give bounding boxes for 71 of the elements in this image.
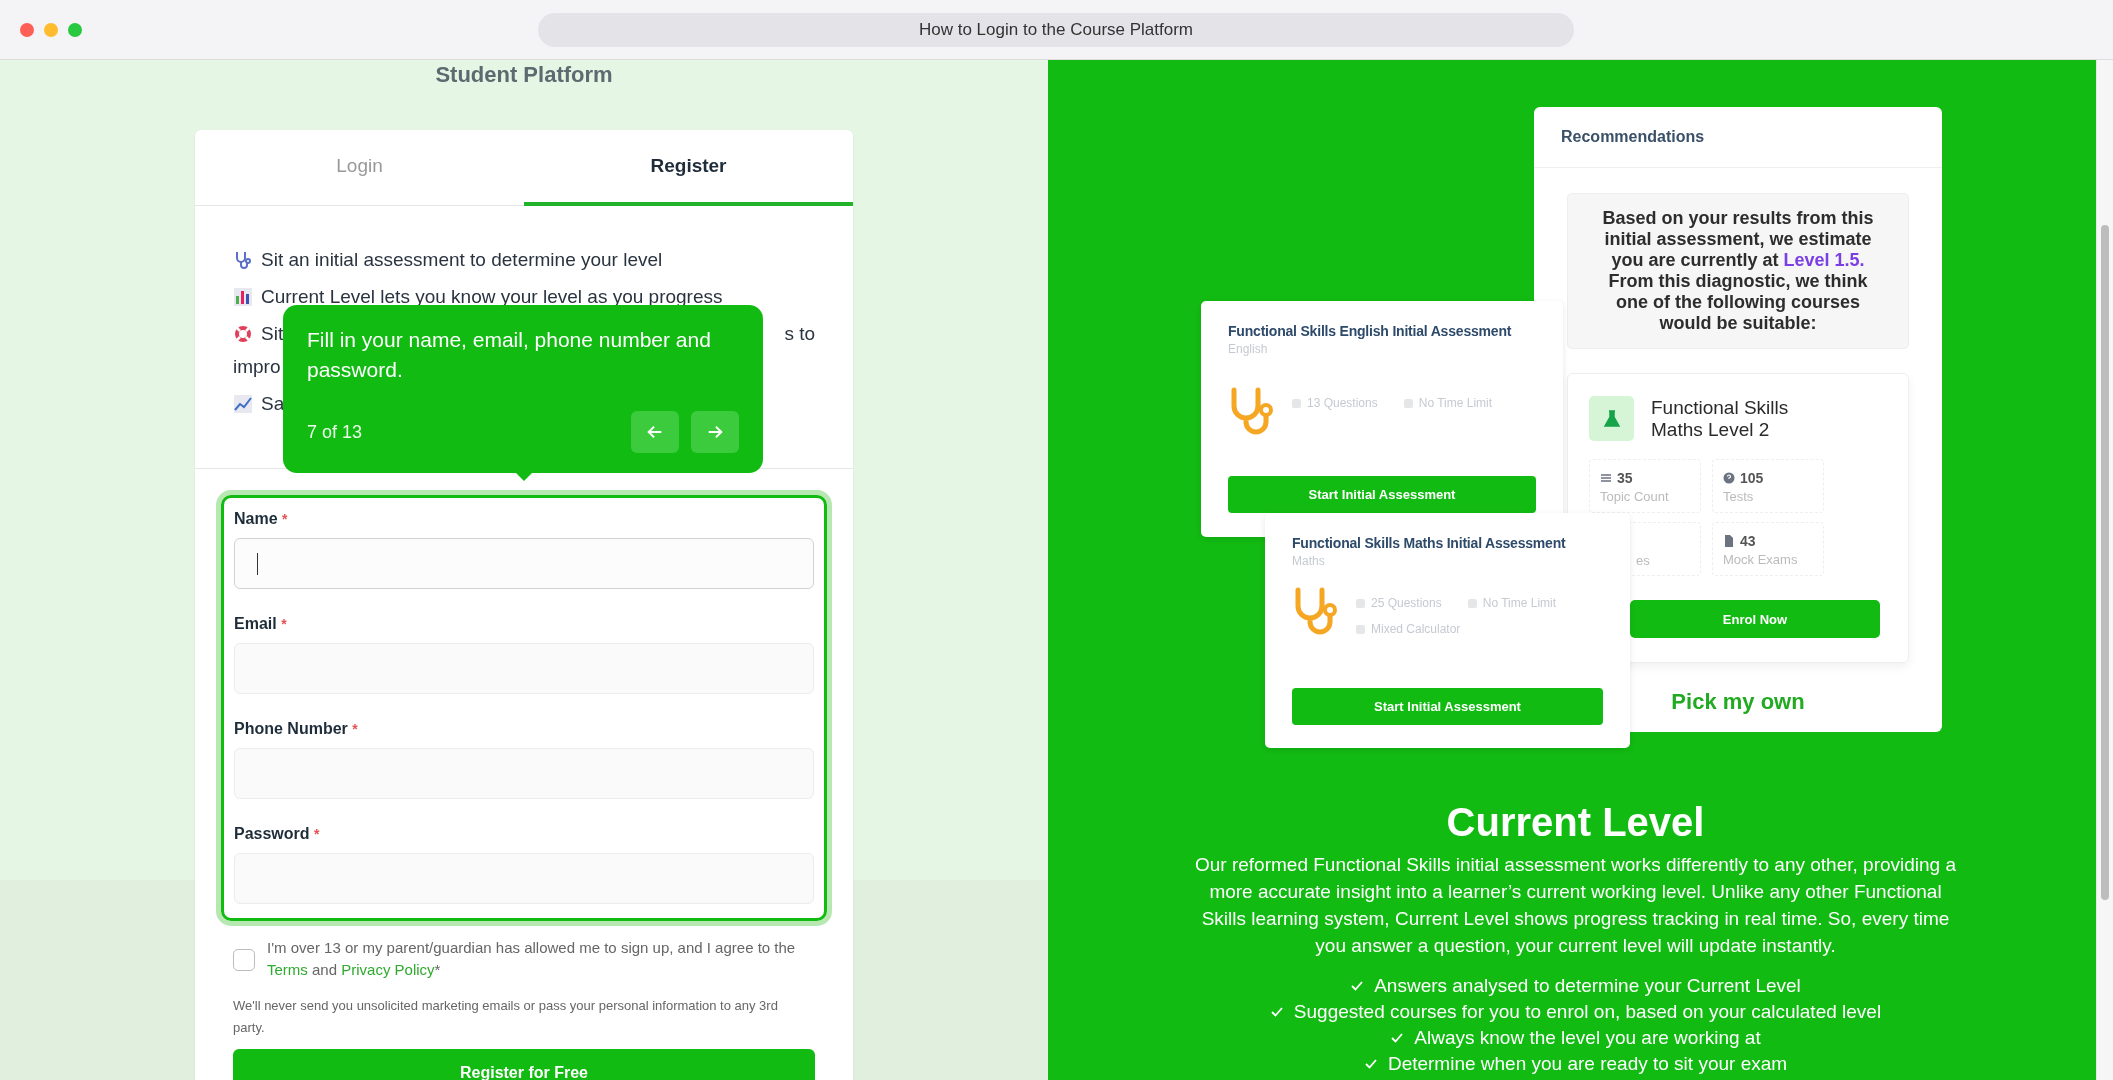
assessment-detail: Mixed Calculator <box>1356 622 1461 636</box>
feature-text: Sit <box>261 324 284 344</box>
pick-my-own-link[interactable]: Pick my own <box>1671 689 1805 715</box>
terms-link[interactable]: Terms <box>267 961 308 978</box>
assessment-detail: 13 Questions <box>1292 396 1378 410</box>
feature-text: Sa <box>261 394 285 414</box>
stat-value: 43 <box>1740 533 1756 549</box>
recommendation-summary: Based on your results from this initial assessment, we estimate you are currently at Level 1.5. From this diagnostic, we think one of the following courses would be suitable: <box>1567 193 1909 349</box>
stat-label: Mock Exams <box>1723 552 1799 567</box>
arrow-right-icon <box>706 423 724 441</box>
assessment-title: Functional Skills Maths Initial Assessment <box>1292 535 1567 551</box>
flask-icon <box>1589 396 1634 441</box>
section-description: Our reformed Functional Skills initial assessment works differently to any other, providing a more accurate insight into a learner’s current working level. Unlike any other Functional Skills learning system, Current Level shows progress tracking in real time. So, every time you answer a question, your current level will update instantly. <box>1193 853 1958 958</box>
minimize-window-button[interactable] <box>44 22 58 37</box>
next-button[interactable] <box>691 411 739 453</box>
stat-label: Tests <box>1723 489 1755 504</box>
subject-label: English <box>1228 342 1269 356</box>
check-icon <box>1390 1031 1405 1045</box>
document-icon <box>1723 535 1735 547</box>
feature-text: Sit an initial assessment to determine your level <box>261 250 663 270</box>
stat-value: 105 <box>1740 470 1764 486</box>
check-icon <box>1269 1005 1284 1019</box>
line-chart-icon <box>233 394 253 414</box>
assessment-detail: 25 Questions <box>1356 596 1442 610</box>
start-assessment-button[interactable]: Start Initial Assessment <box>1292 688 1603 725</box>
privacy-note: We'll never send you unsolicited marketing emails or pass your personal information to any 3rd party. <box>233 997 779 1037</box>
consent-checkbox[interactable] <box>233 949 255 971</box>
step-counter: 7 of 13 <box>307 421 363 443</box>
scrollbar-thumb[interactable] <box>2101 225 2109 900</box>
stat-value: 35 <box>1617 470 1633 486</box>
assessment-detail: No Time Limit <box>1467 596 1557 610</box>
start-assessment-button[interactable]: Start Initial Assessment <box>1228 476 1536 513</box>
enrol-button[interactable]: Enrol Now <box>1630 600 1880 638</box>
course-title: Functional Skills Maths Level 2 <box>1651 396 1790 441</box>
stat-label: Topic Count <box>1600 489 1670 504</box>
benefit-text: Determine when you are ready to sit your exam <box>1387 1052 1788 1076</box>
input-field[interactable] <box>234 538 814 589</box>
tooltip-text: Fill in your name, email, phone number and password. <box>307 327 712 383</box>
feature-text: s to <box>784 324 815 344</box>
assessment-title: Functional Skills English Initial Assessment <box>1228 323 1513 339</box>
window-title: How to Login to the Course Platform <box>538 13 1574 47</box>
field-label: Password * <box>234 825 321 843</box>
maximize-window-button[interactable] <box>68 22 82 37</box>
lifebuoy-icon <box>233 324 253 344</box>
platform-heading: Student Platform <box>435 62 613 88</box>
consent-text: I'm over 13 or my parent/guardian has allowed me to sign up, and I agree to the Terms and Privacy Policy* <box>267 938 796 980</box>
benefit-text: Always know the level you are working at <box>1414 1026 1761 1050</box>
bar-chart-icon <box>233 287 253 307</box>
privacy-policy-link[interactable]: Privacy Policy <box>341 961 435 978</box>
field-label: Name * <box>234 510 289 528</box>
tab[interactable]: Register <box>524 130 853 206</box>
card-title: Recommendations <box>1534 107 1942 168</box>
previous-button[interactable] <box>631 411 679 453</box>
list-icon <box>1600 472 1612 484</box>
stethoscope-icon <box>233 250 253 270</box>
question-icon <box>1723 472 1735 484</box>
field-label: Email * <box>234 615 288 633</box>
close-window-button[interactable] <box>20 22 34 37</box>
feature-text: impro <box>233 357 281 377</box>
section-heading: Current Level <box>1446 800 1705 845</box>
arrow-left-icon <box>646 423 664 441</box>
stat-label: es <box>1635 553 1651 568</box>
check-icon <box>1350 979 1365 993</box>
check-icon <box>1363 1057 1378 1071</box>
benefit-text: Suggested courses for you to enrol on, based on your calculated level <box>1293 1000 1882 1024</box>
tab[interactable]: Login <box>195 130 524 206</box>
subject-label: Maths <box>1292 554 1326 568</box>
field-label: Phone Number * <box>234 720 359 738</box>
assessment-detail: No Time Limit <box>1403 396 1493 410</box>
benefit-text: Answers analysed to determine your Current Level <box>1374 974 1801 998</box>
feature-text: Current Level lets you know your level as you progress <box>261 287 723 307</box>
